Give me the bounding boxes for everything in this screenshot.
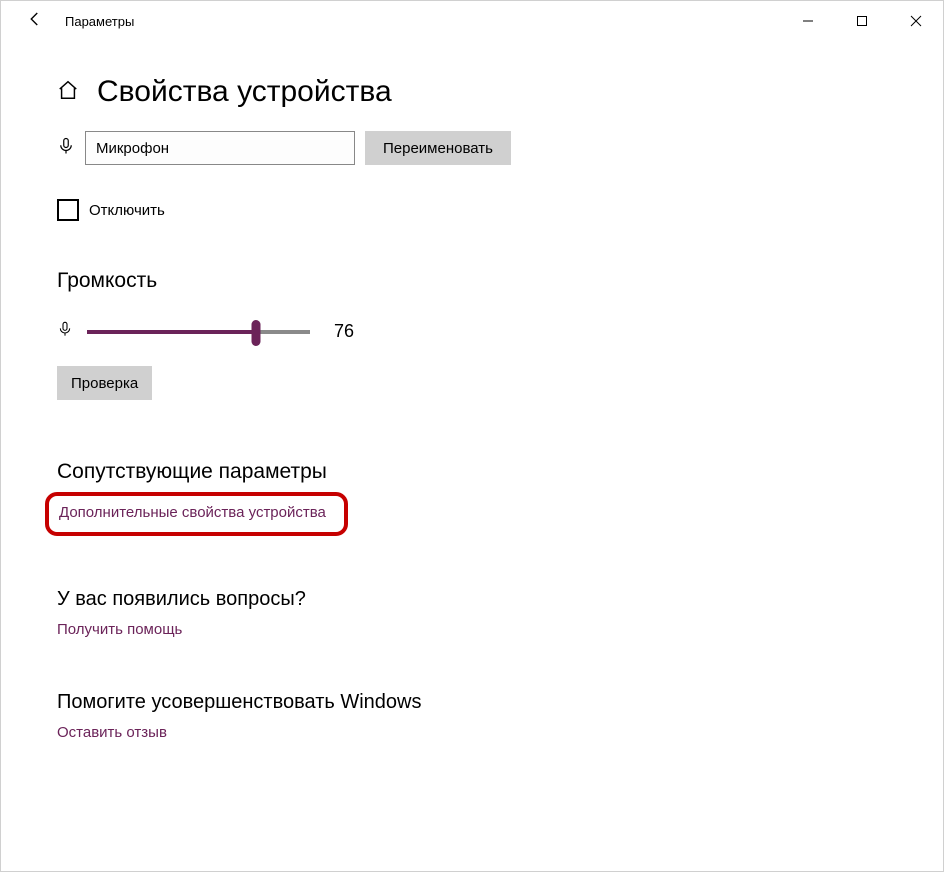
- rename-row: Переименовать: [57, 131, 887, 165]
- test-row: Проверка: [57, 366, 887, 400]
- slider-thumb[interactable]: [252, 320, 261, 346]
- disable-label: Отключить: [89, 202, 165, 219]
- disable-row: Отключить: [57, 199, 887, 221]
- disable-checkbox[interactable]: [57, 199, 79, 221]
- page-header: Свойства устройства: [57, 75, 887, 109]
- maximize-button[interactable]: [835, 1, 889, 41]
- arrow-left-icon: [26, 10, 44, 33]
- microphone-icon: [57, 319, 73, 344]
- slider-fill: [87, 330, 256, 334]
- volume-value: 76: [334, 321, 354, 342]
- volume-section-title: Громкость: [57, 269, 887, 293]
- improve-section: Помогите усовершенствовать Windows Остав…: [57, 691, 887, 742]
- rename-button[interactable]: Переименовать: [365, 131, 511, 165]
- minimize-button[interactable]: [781, 1, 835, 41]
- microphone-icon: [57, 135, 75, 162]
- window-controls: [781, 1, 943, 41]
- home-icon[interactable]: [57, 79, 79, 106]
- help-section: У вас появились вопросы? Получить помощь: [57, 588, 887, 639]
- related-section-title: Сопутствующие параметры: [57, 460, 887, 484]
- test-button[interactable]: Проверка: [57, 366, 152, 400]
- close-button[interactable]: [889, 1, 943, 41]
- volume-slider[interactable]: [87, 330, 310, 334]
- content: Свойства устройства Переименовать Отключ…: [1, 41, 943, 742]
- related-section: Сопутствующие параметры Дополнительные с…: [57, 460, 887, 536]
- back-button[interactable]: [13, 1, 57, 41]
- leave-feedback-link[interactable]: Оставить отзыв: [57, 724, 167, 741]
- highlight-annotation: Дополнительные свойства устройства: [45, 492, 348, 536]
- volume-row: 76: [57, 319, 887, 344]
- titlebar: Параметры: [1, 1, 943, 41]
- window-title: Параметры: [57, 14, 134, 29]
- get-help-link[interactable]: Получить помощь: [57, 621, 182, 638]
- additional-properties-link[interactable]: Дополнительные свойства устройства: [59, 504, 326, 521]
- improve-section-title: Помогите усовершенствовать Windows: [57, 691, 887, 714]
- page-title: Свойства устройства: [97, 75, 392, 109]
- help-section-title: У вас появились вопросы?: [57, 588, 887, 611]
- device-name-input[interactable]: [85, 131, 355, 165]
